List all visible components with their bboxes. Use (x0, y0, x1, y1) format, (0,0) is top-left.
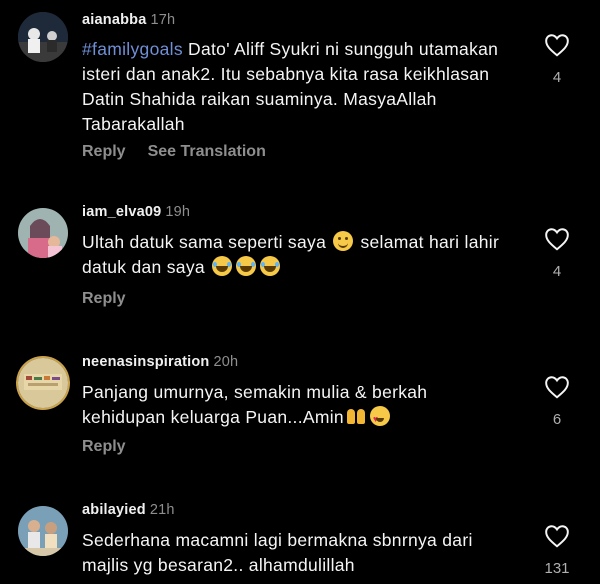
like-control: 6 (541, 375, 573, 428)
comment-item: abilayied 21h Sederhana macamni lagi berm… (0, 488, 600, 584)
avatar[interactable] (18, 208, 68, 258)
comment-timestamp: 19h (165, 204, 191, 220)
like-count: 6 (552, 411, 562, 428)
comment-timestamp: 20h (213, 354, 239, 370)
heart-icon[interactable] (544, 33, 570, 57)
see-translation-button[interactable]: See Translation (148, 143, 266, 160)
comment-timestamp: 17h (150, 12, 176, 28)
heart-icon[interactable] (544, 375, 570, 399)
reply-button[interactable]: Reply (82, 438, 126, 455)
hashtag-link[interactable]: #familygoals (82, 39, 183, 59)
reply-button[interactable]: Reply (82, 290, 126, 307)
comment-username[interactable]: aianabba 17h (82, 12, 175, 28)
like-control: 4 (541, 33, 573, 86)
smiling-face-emoji (333, 231, 354, 251)
like-count: 131 (544, 560, 570, 577)
comment-actions: Reply See Translation (82, 143, 288, 161)
comment-actions: Reply (82, 290, 148, 308)
like-count: 4 (552, 263, 562, 280)
heart-icon[interactable] (544, 227, 570, 251)
comment-text: #familygoals Dato' Aliff Syukri ni sungg… (82, 39, 499, 134)
comment-item: iam_elva09 19h Ultah datuk sama seperti s… (0, 190, 600, 330)
like-control: 4 (541, 227, 573, 280)
comment-item: neenasinspiration 20h Panjang umurnya, se… (0, 340, 600, 480)
comment-username[interactable]: abilayied 21h (82, 502, 175, 518)
comment-username[interactable]: neenasinspiration 20h (82, 354, 238, 370)
comment-text: Ultah datuk sama seperti saya selamat ha… (82, 231, 500, 277)
tears-of-joy-emoji (260, 256, 281, 276)
comment-text: Sederhana macamni lagi bermakna sbnrnya … (82, 530, 473, 575)
avatar[interactable] (18, 358, 68, 408)
tears-of-joy-emoji (236, 256, 257, 276)
tears-of-joy-emoji (212, 256, 233, 276)
heart-eyes-emoji (369, 406, 390, 432)
avatar[interactable] (18, 12, 68, 62)
heart-icon[interactable] (544, 524, 570, 548)
comment-item: aianabba 17h #familygoals Dato' Aliff Syu… (0, 0, 600, 180)
comment-text: Panjang umurnya, semakin mulia & berkah … (82, 380, 512, 432)
like-control: 131 (541, 524, 573, 577)
like-count: 4 (552, 69, 562, 86)
reply-button[interactable]: Reply (82, 143, 126, 160)
comment-timestamp: 21h (149, 502, 175, 518)
avatar[interactable] (18, 506, 68, 556)
comment-username[interactable]: iam_elva09 19h (82, 204, 190, 220)
comment-actions: Reply (82, 438, 148, 456)
raised-hands-emoji (346, 406, 366, 426)
